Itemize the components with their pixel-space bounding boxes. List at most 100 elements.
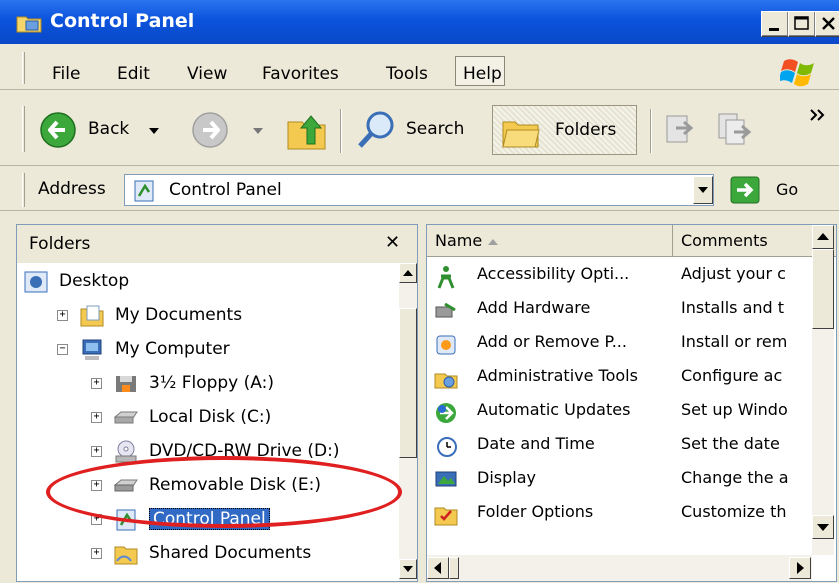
- address-input[interactable]: Control Panel: [124, 174, 714, 206]
- tree-expander[interactable]: +: [91, 378, 102, 389]
- maximize-button[interactable]: [788, 11, 816, 37]
- file-list-item[interactable]: Folder Options Customize th: [427, 497, 817, 531]
- administrative-tools-icon: [434, 373, 458, 389]
- tree-item[interactable]: +3½ Floppy (A:): [17, 367, 397, 401]
- optical-drive-icon: [115, 440, 137, 463]
- tree-item[interactable]: Desktop: [17, 265, 397, 299]
- folder-tree: Desktop + My Documents − My Computer +3½ Flop…: [17, 263, 399, 581]
- display-icon: [435, 471, 457, 487]
- add-remove-programs-icon: [436, 335, 456, 355]
- address-dropdown-button[interactable]: [693, 176, 713, 204]
- file-list-item[interactable]: Display Change the a: [427, 463, 817, 497]
- scroll-up-button[interactable]: [399, 263, 417, 283]
- column-comments-label: Comments: [681, 231, 768, 250]
- title-bar[interactable]: Control Panel: [0, 0, 839, 44]
- tree-expander[interactable]: +: [57, 310, 68, 321]
- file-item-comment: Adjust your c: [681, 264, 786, 283]
- scrollbar-thumb[interactable]: [449, 557, 459, 579]
- tree-item[interactable]: + Control Panel: [17, 503, 397, 537]
- folders-pane-title: Folders: [29, 234, 91, 254]
- close-pane-icon[interactable]: ✕: [385, 232, 400, 253]
- file-list-vertical-scrollbar[interactable]: [812, 225, 834, 555]
- menu-edit[interactable]: Edit: [117, 64, 150, 84]
- file-list-item[interactable]: Add or Remove P... Install or rem: [427, 327, 817, 361]
- move-to-icon[interactable]: [662, 110, 700, 148]
- desktop-icon: [24, 271, 48, 293]
- computer-icon: [82, 339, 102, 360]
- standard-toolbar: Back Search Folders: [0, 92, 839, 166]
- tree-expander[interactable]: +: [91, 446, 102, 457]
- scroll-down-button[interactable]: [812, 515, 834, 539]
- back-button[interactable]: Back: [38, 110, 178, 150]
- search-label: Search: [406, 119, 465, 139]
- column-name[interactable]: Name: [427, 225, 673, 257]
- menu-grip[interactable]: [22, 52, 25, 84]
- file-list-item[interactable]: Administrative Tools Configure ac: [427, 361, 817, 395]
- tree-item-label: Local Disk (C:): [149, 407, 272, 427]
- tree-expander[interactable]: +: [91, 548, 102, 559]
- tree-item[interactable]: + My Documents: [17, 299, 397, 333]
- minimize-icon: [769, 28, 779, 31]
- up-folder-icon[interactable]: [285, 108, 329, 152]
- forward-dropdown-icon[interactable]: [252, 126, 264, 136]
- back-dropdown-icon[interactable]: [148, 126, 160, 136]
- back-arrow-icon: [40, 112, 76, 148]
- menu-favorites[interactable]: Favorites: [262, 64, 339, 84]
- file-list-item[interactable]: Accessibility Opti... Adjust your c: [427, 259, 817, 293]
- go-arrow-icon: [730, 176, 760, 204]
- close-button[interactable]: [815, 11, 839, 37]
- tree-expander[interactable]: +: [91, 480, 102, 491]
- go-label: Go: [776, 180, 799, 199]
- go-button[interactable]: Go: [730, 176, 810, 204]
- file-list-item[interactable]: Add Hardware Installs and t: [427, 293, 817, 327]
- file-item-comment: Installs and t: [681, 298, 785, 317]
- scroll-right-button[interactable]: [789, 557, 811, 579]
- file-item-comment: Install or rem: [681, 332, 788, 351]
- copy-to-icon[interactable]: [716, 110, 754, 148]
- search-icon: [358, 111, 394, 148]
- add-hardware-icon: [435, 302, 456, 318]
- file-list-item[interactable]: Date and Time Set the date: [427, 429, 817, 463]
- shared-folder-icon: [114, 546, 138, 565]
- file-list-horizontal-scrollbar[interactable]: [427, 555, 812, 581]
- tree-item[interactable]: + Removable Disk (E:): [17, 469, 397, 503]
- tree-item[interactable]: + Local Disk (C:): [17, 401, 397, 435]
- file-item-name: Display: [477, 468, 536, 487]
- window-title: Control Panel: [50, 10, 195, 32]
- tree-item[interactable]: + DVD/CD-RW Drive (D:): [17, 435, 397, 469]
- tree-item[interactable]: + Shared Documents: [17, 537, 397, 571]
- column-comments[interactable]: Comments: [673, 225, 813, 257]
- close-icon: [822, 17, 835, 30]
- tree-item[interactable]: − My Computer: [17, 333, 397, 367]
- arrow-left-icon: [434, 562, 441, 574]
- address-grip[interactable]: [22, 173, 25, 207]
- minimize-button[interactable]: [761, 11, 789, 37]
- scroll-left-button[interactable]: [427, 557, 449, 579]
- tree-item-label: DVD/CD-RW Drive (D:): [149, 441, 340, 461]
- scrollbar-thumb[interactable]: [812, 249, 834, 329]
- scrollbar-thumb[interactable]: [399, 308, 417, 458]
- address-value: Control Panel: [169, 180, 282, 200]
- tree-item-label: My Documents: [115, 305, 243, 325]
- arrow-up-icon: [403, 270, 413, 276]
- menu-help[interactable]: Help: [463, 64, 502, 84]
- toolbar-overflow-chevron-icon[interactable]: [808, 108, 828, 122]
- file-list-item[interactable]: Automatic Updates Set up Windo: [427, 395, 817, 429]
- folder-tree-scrollbar[interactable]: [399, 263, 417, 581]
- tree-expander[interactable]: +: [91, 412, 102, 423]
- folders-pane-header: Folders ✕: [17, 225, 417, 263]
- menu-file[interactable]: File: [52, 64, 80, 84]
- folders-button[interactable]: Folders: [492, 105, 637, 155]
- menu-tools[interactable]: Tools: [386, 64, 428, 84]
- tree-expander[interactable]: −: [57, 344, 68, 355]
- toolbar-grip[interactable]: [22, 106, 25, 152]
- menu-view[interactable]: View: [187, 64, 227, 84]
- forward-button[interactable]: [190, 110, 270, 150]
- folders-label: Folders: [555, 120, 617, 140]
- scroll-up-button[interactable]: [812, 225, 834, 249]
- tree-expander[interactable]: +: [91, 514, 102, 525]
- scroll-down-button[interactable]: [399, 559, 417, 579]
- search-button[interactable]: Search: [356, 109, 481, 151]
- address-label: Address: [38, 179, 106, 199]
- folder-options-icon: [434, 507, 458, 526]
